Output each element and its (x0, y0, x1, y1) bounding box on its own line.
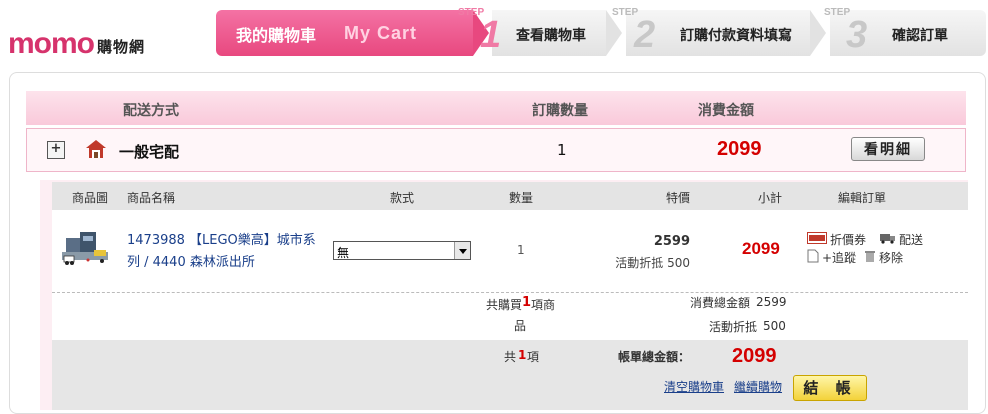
step-1: STEP 1 查看購物車 (458, 7, 606, 56)
discount-value: 500 (763, 319, 786, 333)
truck-icon (880, 232, 896, 247)
checkout-button[interactable]: 結 帳 (793, 375, 867, 401)
step-2-text: 訂購付款資料填寫 (680, 28, 792, 44)
style-select[interactable]: 無 (333, 241, 471, 260)
remove-link[interactable]: 移除 (864, 249, 903, 266)
shipping-amount: 2099 (717, 138, 762, 160)
logo-sub: 購物網 (97, 37, 146, 56)
header-shipping-method: 配送方式 (123, 103, 179, 119)
consume-total-label: 消費總金額 (690, 296, 751, 310)
product-name-link[interactable]: 1473988 【LEGO樂高】城市系列 / 4440 森林派出所 (127, 230, 325, 274)
step-1-num: 1 (480, 14, 502, 56)
bought-prefix: 共購買 (486, 298, 523, 312)
product-image[interactable] (60, 228, 112, 268)
step-my-cart: 我的購物車 My Cart (216, 10, 473, 56)
product-discount: 活動折抵 500 (615, 256, 690, 270)
header-amount: 消費金額 (698, 103, 754, 119)
remove-label: 移除 (879, 251, 904, 265)
trash-icon (864, 249, 876, 266)
col-style: 款式 (390, 191, 415, 205)
col-image: 商品圖 (72, 191, 109, 205)
chevron-down-icon[interactable] (454, 242, 470, 259)
step-my-cart-en: My Cart (344, 23, 418, 43)
col-subtotal: 小計 (758, 191, 783, 205)
ship-link[interactable]: 配送 (880, 231, 923, 248)
items-count: 1 (518, 348, 527, 362)
items-prefix: 共 (504, 350, 517, 364)
consume-total-value: 2599 (756, 295, 787, 309)
checkout-steps: 我的購物車 My Cart STEP 1 查看購物車 STEP 2 訂購付款資料… (216, 7, 986, 56)
discount-label: 活動折抵 (709, 320, 758, 334)
coupon-label: 折價券 (830, 233, 867, 247)
expand-button[interactable]: + (47, 141, 65, 159)
bought-count: 1 (522, 295, 532, 310)
view-details-button[interactable]: 看明細 (851, 137, 925, 161)
track-link[interactable]: +追蹤 (807, 249, 856, 266)
step-3-text: 確認訂單 (892, 28, 948, 44)
shipping-quantity: 1 (557, 141, 567, 159)
col-name: 商品名稱 (127, 191, 176, 205)
items-suffix: 項 (527, 350, 540, 364)
product-quantity: 1 (517, 243, 525, 257)
product-row: 1473988 【LEGO樂高】城市系列 / 4440 森林派出所 無 1 25… (52, 210, 968, 292)
logo-brand: momo (8, 27, 95, 60)
bought-suffix: 項商 (531, 298, 556, 312)
bill-total-label: 帳單總金額： (618, 350, 691, 364)
step-my-cart-zh: 我的購物車 (236, 26, 317, 45)
step-2: STEP 2 訂購付款資料填寫 (612, 7, 810, 56)
step-3: STEP 3 確認訂單 (824, 7, 986, 56)
step-1-text: 查看購物車 (516, 28, 586, 44)
product-subtotal: 2099 (742, 239, 780, 258)
summary-items: 共購買 1 項商 品 消費總金額 2599 活動折抵 500 (52, 292, 968, 341)
document-icon (807, 249, 819, 266)
step-2-num: 2 (634, 14, 656, 56)
bought-suffix-2: 品 (514, 319, 527, 333)
clear-cart-link[interactable]: 清空購物車 (664, 378, 724, 395)
shipping-header: 配送方式 訂購數量 消費金額 (26, 91, 966, 125)
step-3-num: 3 (846, 14, 868, 56)
house-icon (85, 138, 107, 160)
coupon-link[interactable]: 折價券 (807, 231, 866, 248)
coupon-icon (807, 232, 827, 247)
detail-header: 商品圖 商品名稱 款式 數量 特價 小計 編輯訂單 (52, 182, 968, 210)
track-label: +追蹤 (822, 251, 857, 265)
col-edit: 編輯訂單 (838, 191, 887, 205)
product-price: 2599 (653, 234, 690, 249)
ship-label: 配送 (899, 233, 924, 247)
col-price: 特價 (666, 191, 691, 205)
shipping-method: 一般宅配 (119, 143, 180, 161)
header-order-quantity: 訂購數量 (532, 103, 588, 119)
col-quantity: 數量 (509, 191, 534, 205)
bill-total-value: 2099 (732, 345, 777, 367)
style-select-value: 無 (337, 246, 350, 260)
continue-shopping-link[interactable]: 繼續購物 (734, 378, 782, 395)
momo-logo[interactable]: momo 購物網 (8, 27, 146, 60)
shipping-row: + 一般宅配 1 2099 看明細 (26, 128, 966, 172)
